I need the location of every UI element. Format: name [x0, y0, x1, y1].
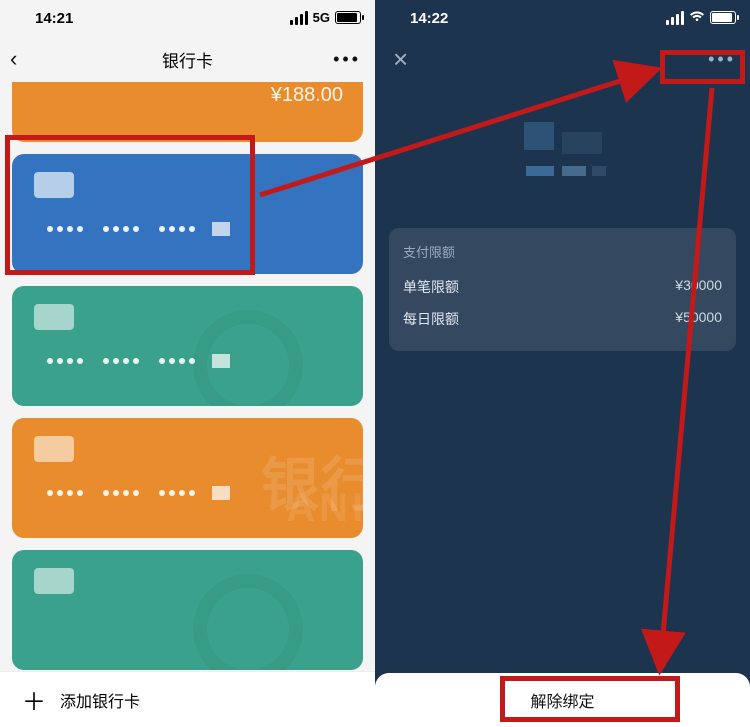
limits-title: 支付限额	[403, 242, 722, 261]
close-button[interactable]: ×	[393, 44, 408, 75]
limit-label: 每日限额	[403, 309, 459, 329]
status-bar: 14:22	[375, 0, 750, 36]
bank-card-1[interactable]: ¥188.00	[12, 82, 363, 142]
card-chip-icon	[34, 304, 74, 330]
card-watermark-icon	[193, 310, 303, 406]
limit-row: 单笔限额 ¥30000	[403, 271, 722, 303]
card-number-tail	[212, 222, 230, 236]
battery-icon	[335, 11, 361, 24]
card-number-masked	[47, 490, 195, 496]
limit-label: 单笔限额	[403, 277, 459, 297]
limits-panel: 支付限额 单笔限额 ¥30000 每日限额 ¥50000	[389, 228, 736, 351]
clock: 14:22	[410, 10, 448, 27]
bank-card-5[interactable]	[12, 550, 363, 670]
limit-value: ¥50000	[675, 309, 722, 329]
back-button[interactable]: ‹	[10, 46, 17, 72]
unbind-button[interactable]: 解除绑定	[375, 673, 750, 727]
add-card-label: 添加银行卡	[60, 688, 140, 712]
card-number-masked	[47, 358, 195, 364]
limit-value: ¥30000	[675, 277, 722, 297]
add-card-button[interactable]: ＋ 添加银行卡	[0, 671, 375, 727]
clock: 14:21	[35, 10, 73, 27]
card-chip-icon	[34, 436, 74, 462]
card-watermark-text2: ANK	[286, 486, 363, 531]
card-chip-icon	[34, 172, 74, 198]
wifi-icon	[689, 10, 705, 25]
signal-bars-icon	[666, 11, 684, 25]
card-chip-icon	[34, 568, 74, 594]
signal-bars-icon	[290, 11, 308, 25]
card-list[interactable]: ¥188.00 银行 ANK	[0, 82, 375, 670]
more-button[interactable]: •••	[333, 49, 361, 70]
page-title: 银行卡	[162, 47, 213, 72]
bank-card-3[interactable]	[12, 286, 363, 406]
card-number-tail	[212, 354, 230, 368]
status-bar: 14:21 5G	[0, 0, 375, 36]
card-number-tail	[212, 486, 230, 500]
card-amount: ¥188.00	[271, 84, 343, 107]
limit-row: 每日限额 ¥50000	[403, 303, 722, 335]
bank-logo	[518, 122, 608, 202]
titlebar: ‹ 银行卡 •••	[0, 36, 375, 82]
signal-label: 5G	[313, 10, 330, 25]
bank-card-2[interactable]	[12, 154, 363, 274]
plus-icon: ＋	[22, 682, 46, 717]
battery-icon	[710, 11, 736, 24]
bank-card-4[interactable]: 银行 ANK	[12, 418, 363, 538]
screen-card-list: 14:21 5G ‹ 银行卡 ••• ¥188.00	[0, 0, 375, 727]
screen-card-detail: 14:22 × ••• 支付限额 单笔限额 ¥30000 每日限额 ¥50000…	[375, 0, 750, 727]
card-number-masked	[47, 226, 195, 232]
more-button[interactable]: •••	[708, 49, 736, 70]
titlebar: × •••	[375, 36, 750, 82]
unbind-label: 解除绑定	[530, 688, 594, 712]
card-watermark-icon	[193, 574, 303, 670]
